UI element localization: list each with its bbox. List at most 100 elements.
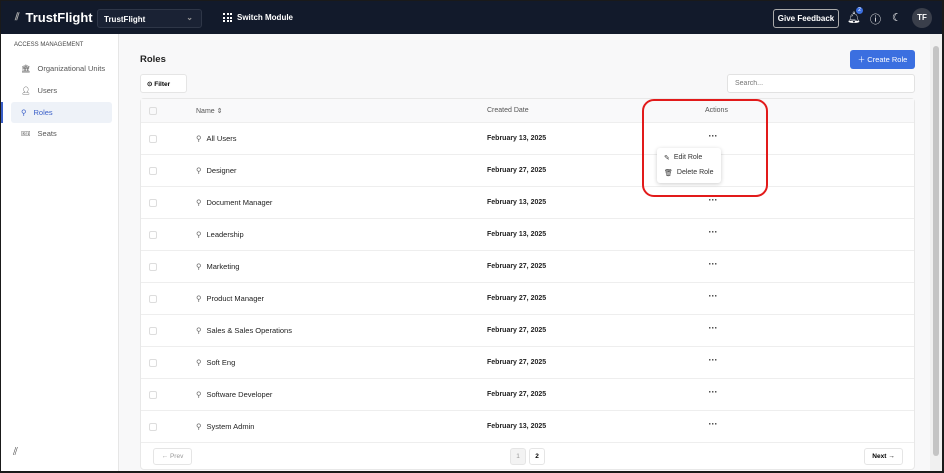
- created-date: February 13, 2025: [487, 199, 547, 206]
- table-header: Name ⇕ Created Date Actions: [141, 99, 914, 123]
- table-row[interactable]: ⚲ Sales & Sales Operations February 27, 2…: [141, 315, 914, 347]
- more-actions-button[interactable]: ···: [706, 259, 720, 269]
- row-checkbox[interactable]: [149, 359, 157, 367]
- brand-logo[interactable]: ⫽ TrustFlight: [15, 10, 93, 25]
- row-checkbox[interactable]: [149, 391, 157, 399]
- search-input[interactable]: [727, 74, 915, 93]
- give-feedback-button[interactable]: Give Feedback: [773, 9, 839, 28]
- role-name[interactable]: ⚲ Leadership: [196, 230, 244, 239]
- logo-mark-icon: ⫽: [13, 446, 18, 458]
- table-row[interactable]: ⚲ Product Manager February 27, 2025 ···: [141, 283, 914, 315]
- created-date: February 27, 2025: [487, 167, 547, 174]
- row-checkbox[interactable]: [149, 167, 157, 175]
- row-checkbox[interactable]: [149, 263, 157, 271]
- sidebar-item-roles[interactable]: ⚲ Roles: [1, 102, 112, 123]
- filter-button[interactable]: ⊙ Filter: [140, 74, 187, 93]
- page-2-button[interactable]: 2: [529, 448, 545, 465]
- table-row[interactable]: ⚲ All Users February 13, 2025 ···: [141, 123, 914, 155]
- sidebar: ACCESS MANAGEMENT 🏛︎ Organizational Units…: [1, 34, 119, 471]
- role-name[interactable]: ⚲ System Admin: [196, 422, 254, 431]
- key-icon: ⚲: [196, 230, 202, 239]
- highlight-annotation: [642, 99, 768, 197]
- table-row[interactable]: ⚲Designer February 27, 2025 ···: [141, 155, 914, 187]
- page-title: Roles: [140, 54, 166, 65]
- bank-icon: 🏛︎: [21, 64, 31, 73]
- row-checkbox[interactable]: [149, 199, 157, 207]
- plus-icon: ＋: [857, 55, 868, 64]
- role-name[interactable]: ⚲ Document Manager: [196, 198, 272, 207]
- created-date: February 27, 2025: [487, 391, 547, 398]
- moon-icon[interactable]: ☾: [892, 11, 902, 24]
- sidebar-item-organizational-units[interactable]: 🏛︎ Organizational Units: [11, 58, 112, 79]
- key-icon: ⚲: [196, 166, 202, 175]
- select-all-checkbox[interactable]: [149, 107, 157, 115]
- created-date: February 13, 2025: [487, 231, 547, 238]
- role-name[interactable]: ⚲ Soft Eng: [196, 358, 235, 367]
- more-actions-button[interactable]: ···: [706, 291, 720, 301]
- created-date: February 13, 2025: [487, 423, 547, 430]
- created-date: February 27, 2025: [487, 327, 547, 334]
- role-name[interactable]: ⚲ Product Manager: [196, 294, 264, 303]
- row-checkbox[interactable]: [149, 135, 157, 143]
- table-row[interactable]: ⚲ Leadership February 13, 2025 ···: [141, 219, 914, 251]
- grid-icon: [223, 13, 232, 22]
- more-actions-button[interactable]: ···: [706, 323, 720, 333]
- role-name[interactable]: ⚲ All Users: [196, 134, 237, 143]
- created-column-header: Created Date: [487, 107, 529, 114]
- sidebar-section-title: ACCESS MANAGEMENT: [14, 42, 84, 48]
- page-1-button[interactable]: 1: [510, 448, 526, 465]
- main-content: Roles ＋ Create Role ⊙ Filter Name ⇕ Crea…: [120, 34, 930, 471]
- next-button[interactable]: Next →: [864, 448, 903, 465]
- created-date: February 27, 2025: [487, 359, 547, 366]
- roles-table: Name ⇕ Created Date Actions ⚲ All Users F…: [140, 98, 915, 470]
- name-column-header[interactable]: Name ⇕: [196, 107, 223, 115]
- top-bar: ⫽ TrustFlight TrustFlight ⌄ Switch Module …: [1, 1, 942, 34]
- row-checkbox[interactable]: [149, 295, 157, 303]
- table-row[interactable]: ⚲ Soft Eng February 27, 2025 ···: [141, 347, 914, 379]
- scrollbar-thumb[interactable]: [933, 46, 939, 456]
- role-name[interactable]: ⚲ Marketing: [196, 262, 239, 271]
- chevron-down-icon: ⌄: [186, 13, 193, 22]
- sidebar-item-seats[interactable]: 🎫︎ Seats: [11, 123, 112, 144]
- row-checkbox[interactable]: [149, 423, 157, 431]
- key-icon: ⚲: [21, 108, 27, 117]
- role-name[interactable]: ⚲ Software Developer: [196, 390, 272, 399]
- table-row[interactable]: ⚲ Marketing February 27, 2025 ···: [141, 251, 914, 283]
- table-row[interactable]: ⚲ Software Developer February 27, 2025 ··…: [141, 379, 914, 411]
- logo-icon: ⫽: [15, 12, 20, 23]
- key-icon: ⚲: [196, 326, 202, 335]
- role-name[interactable]: ⚲ Designer: [196, 166, 237, 175]
- sidebar-item-users[interactable]: 👤︎ Users: [11, 80, 112, 101]
- key-icon: ⚲: [196, 198, 202, 207]
- key-icon: ⚲: [196, 422, 202, 431]
- role-name[interactable]: ⚲ Sales & Sales Operations: [196, 326, 292, 335]
- table-row[interactable]: ⚲ Document Manager February 13, 2025 ···: [141, 187, 914, 219]
- created-date: February 27, 2025: [487, 295, 547, 302]
- create-role-button[interactable]: ＋ Create Role: [850, 50, 915, 69]
- key-icon: ⚲: [196, 390, 202, 399]
- help-icon[interactable]: ⓘ: [870, 11, 881, 27]
- users-icon: 👤︎: [21, 86, 31, 95]
- avatar[interactable]: TF: [912, 8, 932, 28]
- org-select[interactable]: TrustFlight ⌄: [97, 9, 202, 28]
- more-actions-button[interactable]: ···: [706, 387, 720, 397]
- sort-icon: ⇕: [216, 108, 223, 115]
- created-date: February 13, 2025: [487, 135, 547, 142]
- row-checkbox[interactable]: [149, 327, 157, 335]
- table-row[interactable]: ⚲ System Admin February 13, 2025 ···: [141, 411, 914, 443]
- created-date: February 27, 2025: [487, 263, 547, 270]
- key-icon: ⚲: [196, 358, 202, 367]
- notification-badge: 2: [856, 7, 863, 14]
- more-actions-button[interactable]: ···: [706, 419, 720, 429]
- more-actions-button[interactable]: ···: [706, 355, 720, 365]
- key-icon: ⚲: [196, 262, 202, 271]
- app-window: ⫽ TrustFlight TrustFlight ⌄ Switch Module …: [1, 1, 942, 471]
- ticket-icon: 🎫︎: [21, 129, 31, 138]
- more-actions-button[interactable]: ···: [706, 227, 720, 237]
- row-checkbox[interactable]: [149, 231, 157, 239]
- switch-module-button[interactable]: Switch Module: [223, 13, 293, 22]
- key-icon: ⚲: [196, 294, 202, 303]
- key-icon: ⚲: [196, 134, 202, 143]
- prev-button[interactable]: ← Prev: [153, 448, 192, 465]
- scrollbar[interactable]: [930, 34, 942, 471]
